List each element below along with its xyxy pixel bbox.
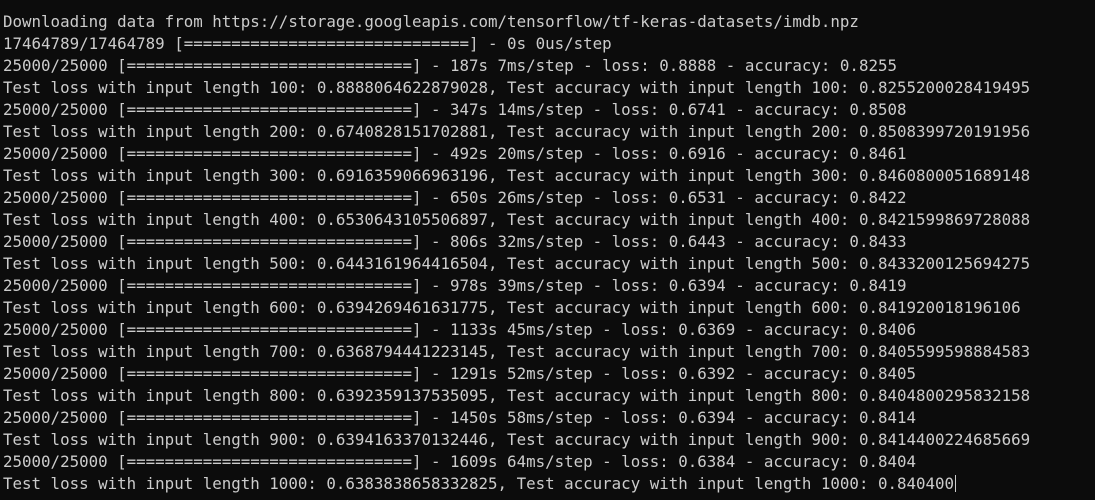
terminal-line: Downloading data from https://storage.go… [3, 12, 859, 31]
terminal-line: 25000/25000 [===========================… [3, 320, 917, 339]
terminal-line: Test loss with input length 500: 0.64431… [3, 254, 1031, 273]
terminal-line-last: Test loss with input length 1000: 0.6383… [3, 473, 1095, 495]
terminal-line: Test loss with input length 700: 0.63687… [3, 342, 1031, 361]
terminal-line: 25000/25000 [===========================… [3, 188, 907, 207]
terminal-line: 25000/25000 [===========================… [3, 144, 907, 163]
text-cursor [955, 475, 957, 492]
terminal-line: Test loss with input length 800: 0.63923… [3, 386, 1031, 405]
terminal-line: 25000/25000 [===========================… [3, 276, 907, 295]
terminal-line: Test loss with input length 200: 0.67408… [3, 122, 1031, 141]
terminal-line: 25000/25000 [===========================… [3, 56, 897, 75]
terminal-line: 25000/25000 [===========================… [3, 100, 907, 119]
terminal-line-text: Test loss with input length 1000: 0.6383… [3, 474, 955, 493]
terminal-output[interactable]: Downloading data from https://storage.go… [0, 0, 1095, 500]
terminal-line: 25000/25000 [===========================… [3, 364, 917, 383]
terminal-line: Test loss with input length 600: 0.63942… [3, 298, 1021, 317]
terminal-line: Test loss with input length 300: 0.69163… [3, 166, 1031, 185]
terminal-line: Test loss with input length 400: 0.65306… [3, 210, 1031, 229]
terminal-line: 25000/25000 [===========================… [3, 232, 907, 251]
terminal-line: 25000/25000 [===========================… [3, 408, 917, 427]
terminal-line: 25000/25000 [===========================… [3, 452, 917, 471]
terminal-line: 17464789/17464789 [=====================… [3, 34, 612, 53]
terminal-line: Test loss with input length 900: 0.63941… [3, 430, 1031, 449]
terminal-line: Test loss with input length 100: 0.88880… [3, 78, 1031, 97]
